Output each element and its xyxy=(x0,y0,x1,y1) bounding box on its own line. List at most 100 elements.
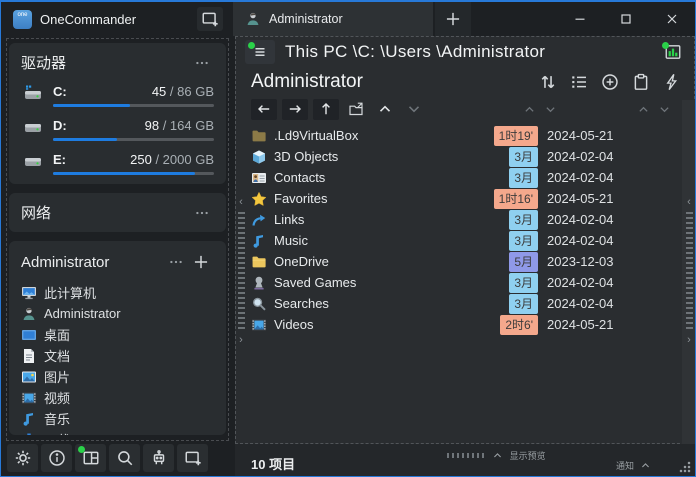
plus-icon xyxy=(444,10,462,28)
sidebar-panes: 驱动器 C: 45 / 86 GB D: 98 / 164 GB xyxy=(6,38,229,441)
minimize-button[interactable] xyxy=(557,2,603,36)
folder-header: Administrator xyxy=(235,68,695,96)
file-pane: This PC \C: \Users \Administrator Admini… xyxy=(235,36,695,444)
left-pane-splitter[interactable]: ‹ › xyxy=(235,196,247,346)
sidebar-tree-item[interactable]: Administrator xyxy=(21,303,214,324)
file-name: Saved Games xyxy=(274,275,356,290)
up-button[interactable] xyxy=(313,99,339,120)
new-item-button[interactable] xyxy=(601,73,619,91)
date-modified: 2024-02-04 xyxy=(547,275,631,290)
date-modified: 2024-02-04 xyxy=(547,149,631,164)
file-name: Contacts xyxy=(274,170,325,185)
info-button[interactable] xyxy=(41,444,72,472)
splitter-handle xyxy=(686,212,693,330)
drives-menu-button[interactable] xyxy=(190,53,214,73)
file-row[interactable]: Searches 3月 2024-02-04 xyxy=(235,293,695,314)
drive-usage: 45 / 86 GB xyxy=(152,84,214,99)
resize-grip[interactable] xyxy=(679,460,692,473)
chevron-down-icon xyxy=(406,101,422,117)
preview-toggle[interactable]: 显示预览 xyxy=(447,449,546,462)
file-row[interactable]: Saved Games 3月 2024-02-04 xyxy=(235,272,695,293)
picture-icon xyxy=(21,369,37,385)
actions-button[interactable] xyxy=(663,73,681,91)
sort-name-desc-button[interactable] xyxy=(402,99,426,120)
file-row[interactable]: Links 3月 2024-02-04 xyxy=(235,209,695,230)
robot-icon xyxy=(150,449,168,467)
drive-item[interactable]: E: 250 / 2000 GB xyxy=(21,152,214,175)
sort-date-controls[interactable] xyxy=(637,103,671,116)
lightning-icon xyxy=(663,73,681,91)
file-row[interactable]: 3D Objects 3月 2024-02-04 xyxy=(235,146,695,167)
file-name: Favorites xyxy=(274,191,327,206)
drive-icon xyxy=(21,153,45,169)
file-row[interactable]: Contacts 3月 2024-02-04 xyxy=(235,167,695,188)
new-window-button[interactable] xyxy=(197,7,223,31)
user-menu-button[interactable] xyxy=(164,252,188,272)
drive-item[interactable]: C: 45 / 86 GB xyxy=(21,84,214,107)
drive-usage-bar xyxy=(53,104,214,107)
open-folder-button[interactable] xyxy=(344,99,368,120)
sort-name-asc-button[interactable] xyxy=(373,99,397,120)
sidebar-tree-item[interactable]: 音乐 xyxy=(21,408,214,429)
download-icon xyxy=(21,432,37,436)
sidebar-tree-item[interactable]: 桌面 xyxy=(21,324,214,345)
date-modified: 2024-05-21 xyxy=(547,317,631,332)
tab-administrator[interactable]: Administrator xyxy=(233,2,433,36)
maximize-button[interactable] xyxy=(603,2,649,36)
ellipsis-icon xyxy=(168,254,184,270)
folder-icon xyxy=(251,254,267,270)
sort-button[interactable] xyxy=(539,73,557,91)
video-icon xyxy=(21,390,37,406)
tree-item-label: 桌面 xyxy=(44,325,70,344)
new-window-button[interactable] xyxy=(177,444,208,472)
forward-button[interactable] xyxy=(282,99,308,120)
new-tab-button[interactable] xyxy=(435,2,471,36)
tree-item-label: 视频 xyxy=(44,388,70,407)
user-section-title: Administrator xyxy=(21,254,109,271)
sidebar-tree-item[interactable]: 下载 xyxy=(21,429,214,435)
sort-age-controls[interactable] xyxy=(523,103,557,116)
sidebar-tree-item[interactable]: 视频 xyxy=(21,387,214,408)
paste-button[interactable] xyxy=(632,73,650,91)
close-button[interactable] xyxy=(649,2,695,36)
pane-menu-button[interactable] xyxy=(245,40,275,64)
circle-plus-icon xyxy=(601,73,619,91)
file-row[interactable]: Favorites 1时16' 2024-05-21 xyxy=(235,188,695,209)
view-mode-button[interactable] xyxy=(570,73,588,91)
user-icon xyxy=(21,306,37,322)
date-modified: 2024-02-04 xyxy=(547,170,631,185)
ellipsis-icon xyxy=(194,55,210,71)
status-bar: 10 项目 显示预览 通知 xyxy=(235,444,695,476)
main-panel: This PC \C: \Users \Administrator Admini… xyxy=(233,36,695,476)
search-button[interactable] xyxy=(109,444,140,472)
layout-button[interactable] xyxy=(75,444,106,472)
drive-item[interactable]: D: 98 / 164 GB xyxy=(21,118,214,141)
add-favorite-button[interactable] xyxy=(188,250,214,274)
file-row[interactable]: Music 3月 2024-02-04 xyxy=(235,230,695,251)
automation-button[interactable] xyxy=(143,444,174,472)
titlebar-left: one OneCommander xyxy=(1,2,233,36)
clipboard-icon xyxy=(632,73,650,91)
sidebar-tree-item[interactable]: 图片 xyxy=(21,366,214,387)
arrow-right-icon xyxy=(287,101,303,117)
sidebar-tree-item[interactable]: 此计算机 xyxy=(21,282,214,303)
status-dot xyxy=(78,446,85,453)
back-button[interactable] xyxy=(251,99,277,120)
notifications-toggle[interactable]: 通知 xyxy=(616,459,651,472)
age-badge: 2时6' xyxy=(500,315,538,335)
file-row[interactable]: .Ld9VirtualBox 1时19' 2024-05-21 xyxy=(235,125,695,146)
maximize-icon xyxy=(618,11,634,27)
right-pane-splitter[interactable]: ‹ › xyxy=(683,196,695,346)
computer-icon xyxy=(21,285,37,301)
network-section: 网络 xyxy=(9,193,226,232)
breadcrumb[interactable]: This PC \C: \Users \Administrator xyxy=(285,42,545,62)
file-row[interactable]: Videos 2时6' 2024-05-21 xyxy=(235,314,695,335)
settings-button[interactable] xyxy=(7,444,38,472)
chevron-down-icon xyxy=(544,103,557,116)
file-row[interactable]: OneDrive 5月 2023-12-03 xyxy=(235,251,695,272)
network-menu-button[interactable] xyxy=(190,203,214,223)
date-modified: 2023-12-03 xyxy=(547,254,631,269)
age-badge: 1时16' xyxy=(494,189,538,209)
sidebar-tree-item[interactable]: 文档 xyxy=(21,345,214,366)
columns-view-button[interactable] xyxy=(659,40,687,64)
